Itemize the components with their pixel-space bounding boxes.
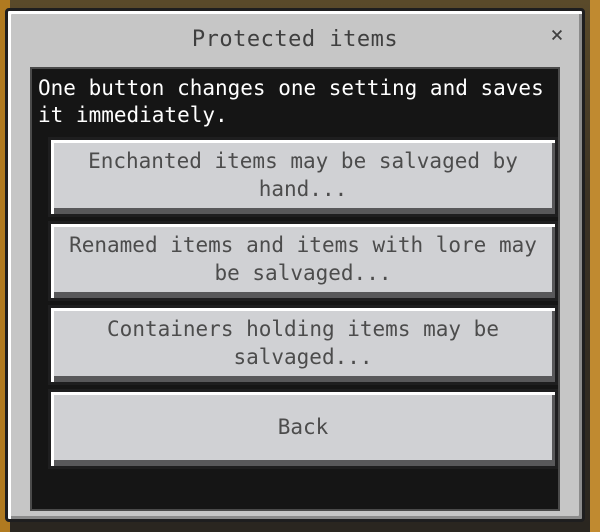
renamed-items-button[interactable]: Renamed items and items with lore may be…	[48, 221, 558, 301]
dialog-title-bar: Protected items ×	[8, 11, 582, 67]
containers-button[interactable]: Containers holding items may be salvaged…	[48, 305, 558, 385]
back-button-label: Back	[277, 415, 329, 439]
dialog-content: One button changes one setting and saves…	[30, 67, 560, 511]
close-icon[interactable]: ×	[546, 25, 568, 47]
protected-items-dialog: Protected items × One button changes one…	[5, 8, 585, 522]
background-block-right	[590, 0, 600, 532]
enchanted-items-button-label: Enchanted items may be salvaged by hand.…	[88, 149, 518, 201]
enchanted-items-button[interactable]: Enchanted items may be salvaged by hand.…	[48, 137, 558, 217]
renamed-items-button-label: Renamed items and items with lore may be…	[69, 233, 537, 285]
containers-button-label: Containers holding items may be salvaged…	[107, 317, 499, 369]
dialog-title: Protected items	[191, 27, 399, 52]
dialog-description: One button changes one setting and saves…	[38, 76, 544, 127]
back-button[interactable]: Back	[48, 389, 558, 469]
